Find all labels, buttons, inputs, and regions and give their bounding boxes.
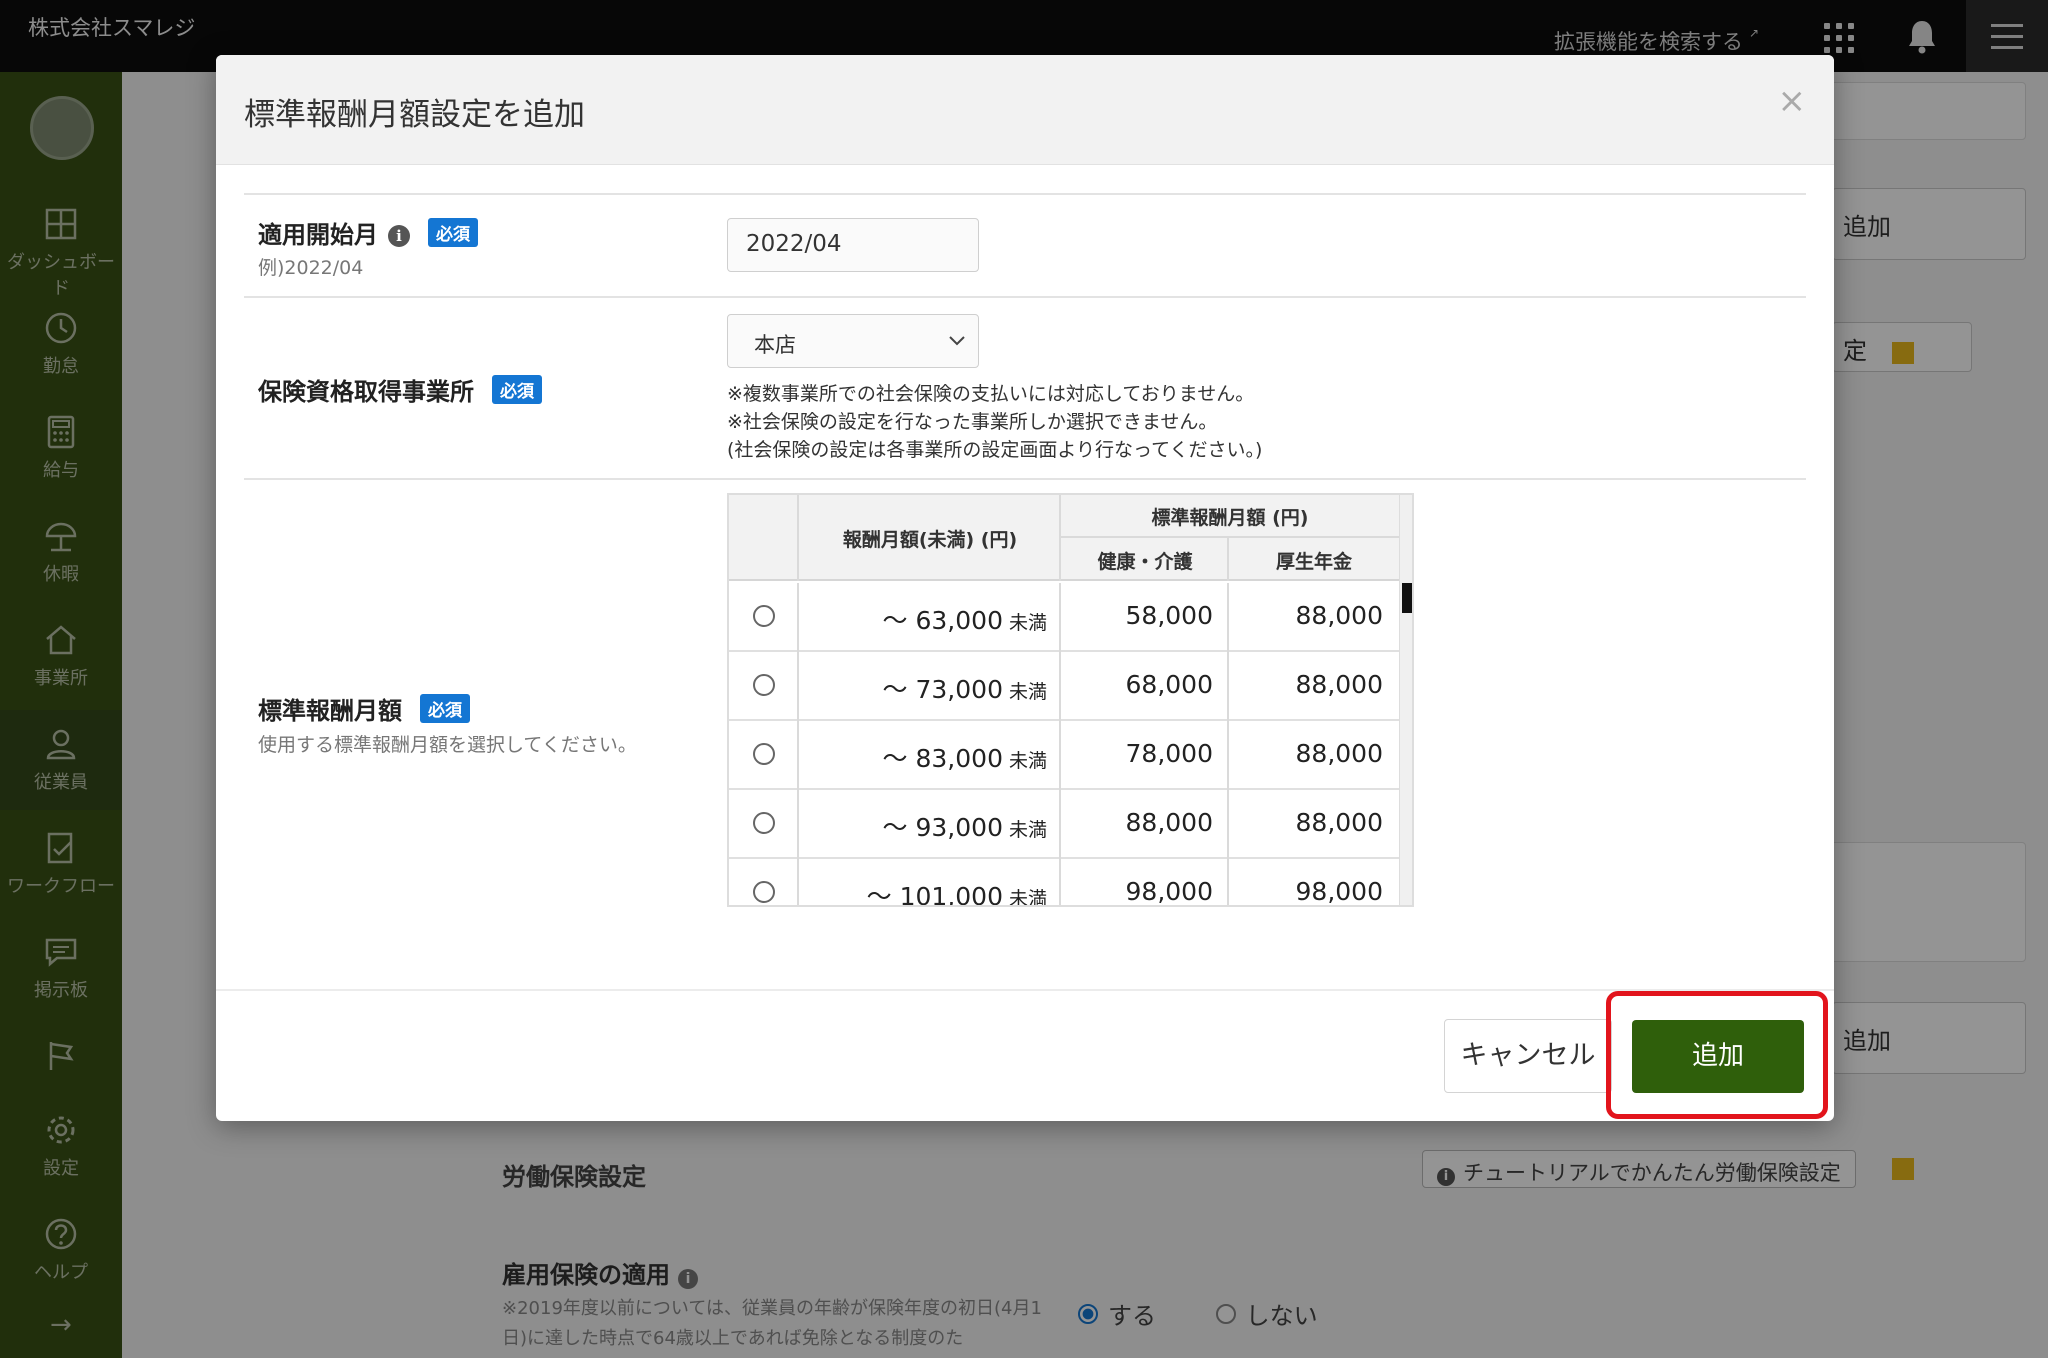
standard-amount-table: 報酬月額(未満) (円) 標準報酬月額 (円) 健康・介護 厚生年金 〜 63,… (727, 493, 1414, 907)
highlight-frame (1606, 991, 1828, 1119)
cell-health: 58,000 (1125, 601, 1213, 630)
office-select[interactable]: 本店 (727, 314, 979, 368)
standard-amount-hint: 使用する標準報酬月額を選択してください。 (258, 734, 637, 756)
office-label: 保険資格取得事業所 必須 (258, 372, 542, 407)
row-radio[interactable] (753, 881, 775, 903)
cell-pay: 〜 63,000 未満 (799, 601, 1047, 637)
cell-pension: 88,000 (1295, 670, 1383, 699)
table-vline (1227, 537, 1229, 581)
cell-health: 68,000 (1125, 670, 1213, 699)
table-row[interactable]: 〜 83,000 未満 78,000 88,000 (729, 721, 1399, 790)
modal-title: 標準報酬月額設定を追加 (244, 97, 585, 133)
cell-unit: 未満 (1008, 612, 1047, 634)
footer-divider (216, 989, 1834, 991)
office-note-line: ※複数事業所での社会保険の支払いには対応しておりません。 (727, 383, 1255, 405)
cell-pension: 98,000 (1295, 877, 1383, 906)
cell-health: 88,000 (1125, 808, 1213, 837)
table-row[interactable]: 〜 93,000 未満 88,000 88,000 (729, 790, 1399, 859)
cell-health: 78,000 (1125, 739, 1213, 768)
cell-unit: 未満 (1008, 888, 1047, 907)
add-standard-monthly-salary-modal: 標準報酬月額設定を追加 × 適用開始月 i 必須 例)2022/04 2022/04… (216, 55, 1834, 1121)
cell-unit: 未満 (1008, 681, 1047, 703)
close-icon[interactable]: × (1778, 81, 1807, 121)
start-month-label-text: 適用開始月 (258, 221, 378, 249)
divider (244, 296, 1806, 298)
office-note-line: ※社会保険の設定を行なった事業所しか選択できません。 (727, 411, 1218, 433)
required-badge: 必須 (420, 694, 470, 723)
row-radio[interactable] (753, 812, 775, 834)
table-row[interactable]: 〜 63,000 未満 58,000 88,000 (729, 583, 1399, 652)
column-header-group: 標準報酬月額 (円) (1151, 507, 1309, 529)
cell-pay-value: 〜 63,000 (882, 606, 1003, 635)
table-hline (1059, 536, 1399, 538)
cell-pension: 88,000 (1295, 808, 1383, 837)
cell-pay: 〜 93,000 未満 (799, 808, 1047, 844)
cell-pay-value: 〜 83,000 (882, 744, 1003, 773)
office-note-line: (社会保険の設定は各事業所の設定画面より行なってください。) (727, 439, 1263, 461)
scrollbar-thumb[interactable] (1402, 583, 1412, 613)
cell-pension: 88,000 (1295, 601, 1383, 630)
column-header-health: 健康・介護 (1097, 551, 1193, 573)
cell-pay-value: 〜 73,000 (882, 675, 1003, 704)
cell-pay: 〜 101,000 未満 (799, 877, 1047, 907)
row-radio[interactable] (753, 674, 775, 696)
info-icon[interactable]: i (388, 225, 410, 247)
start-month-hint: 例)2022/04 (258, 257, 364, 279)
column-header-pension: 厚生年金 (1275, 551, 1352, 573)
cell-pay-value: 〜 93,000 (882, 813, 1003, 842)
office-notes: ※複数事業所での社会保険の支払いには対応しておりません。 ※社会保険の設定を行な… (727, 380, 1262, 464)
cell-unit: 未満 (1008, 819, 1047, 841)
start-month-input[interactable]: 2022/04 (727, 218, 979, 272)
column-header-pay: 報酬月額(未満) (円) (842, 529, 1018, 551)
standard-amount-label: 標準報酬月額 必須 (258, 691, 470, 726)
cell-pay-value: 〜 101,000 (866, 882, 1003, 907)
chevron-down-icon (949, 336, 965, 346)
table-scrollbar[interactable] (1399, 495, 1412, 905)
cancel-button[interactable]: キャンセル (1444, 1019, 1612, 1093)
office-label-text: 保険資格取得事業所 (258, 378, 474, 406)
cell-health: 98,000 (1125, 877, 1213, 906)
office-select-value: 本店 (754, 333, 796, 357)
modal-header: 標準報酬月額設定を追加 × (216, 55, 1834, 165)
cell-pay: 〜 83,000 未満 (799, 739, 1047, 775)
row-radio[interactable] (753, 605, 775, 627)
row-radio[interactable] (753, 743, 775, 765)
table-row[interactable]: 〜 101,000 未満 98,000 98,000 (729, 859, 1399, 907)
required-badge: 必須 (492, 375, 542, 404)
cell-pay: 〜 73,000 未満 (799, 670, 1047, 706)
required-badge: 必須 (428, 218, 478, 247)
standard-amount-label-text: 標準報酬月額 (258, 697, 402, 725)
table-header: 報酬月額(未満) (円) 標準報酬月額 (円) 健康・介護 厚生年金 (729, 495, 1399, 581)
cell-unit: 未満 (1008, 750, 1047, 772)
table-vline (797, 495, 799, 581)
table-row[interactable]: 〜 73,000 未満 68,000 88,000 (729, 652, 1399, 721)
divider (244, 193, 1806, 195)
cell-pension: 88,000 (1295, 739, 1383, 768)
divider (244, 478, 1806, 480)
start-month-label: 適用開始月 i 必須 (258, 215, 478, 250)
table-vline (1059, 495, 1061, 581)
